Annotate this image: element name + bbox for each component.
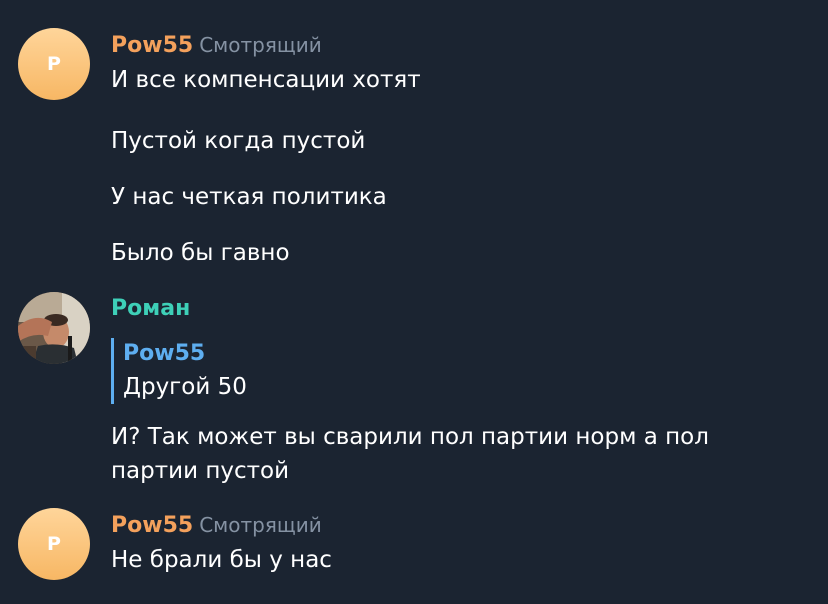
reply-author: Pow55: [123, 341, 206, 366]
avatar[interactable]: P: [18, 508, 90, 580]
message-text: Пустой когда пустой: [111, 128, 366, 154]
avatar-photo-image: [18, 292, 90, 364]
avatar-letter: P: [47, 533, 61, 555]
message-text: У нас четкая политика: [111, 184, 387, 210]
message-text: И все компенсации хотят: [111, 67, 421, 93]
author-name[interactable]: Pow55: [111, 33, 193, 58]
author-line: Pow55 Смотрящий: [111, 512, 808, 538]
avatar-letter: P: [47, 53, 61, 75]
message-text: Не брали бы у нас: [111, 547, 332, 573]
author-name[interactable]: Роман: [111, 296, 190, 321]
avatar[interactable]: P: [18, 28, 90, 100]
message-text: И? Так может вы сварили пол партии норм …: [111, 424, 709, 484]
message-content: Роман Pow55 Другой 50 И? Так может вы св…: [111, 296, 808, 484]
reply-quote[interactable]: Pow55 Другой 50: [111, 338, 423, 404]
message-content: Pow55 Смотрящий И все компенсации хотят П…: [111, 32, 808, 266]
author-name[interactable]: Pow55: [111, 513, 193, 538]
photo-avatar[interactable]: [18, 292, 90, 364]
message-content: Pow55 Смотрящий Не брали бы у нас: [111, 512, 808, 573]
chat-view: P Pow55 Смотрящий И все компенсации хотят…: [0, 0, 828, 604]
author-line: Pow55 Смотрящий: [111, 32, 808, 58]
author-line: Роман: [111, 296, 808, 322]
message-text: Было бы гавно: [111, 240, 290, 266]
author-role: Смотрящий: [199, 33, 322, 57]
author-role: Смотрящий: [199, 513, 322, 537]
reply-text: Другой 50: [123, 374, 247, 400]
